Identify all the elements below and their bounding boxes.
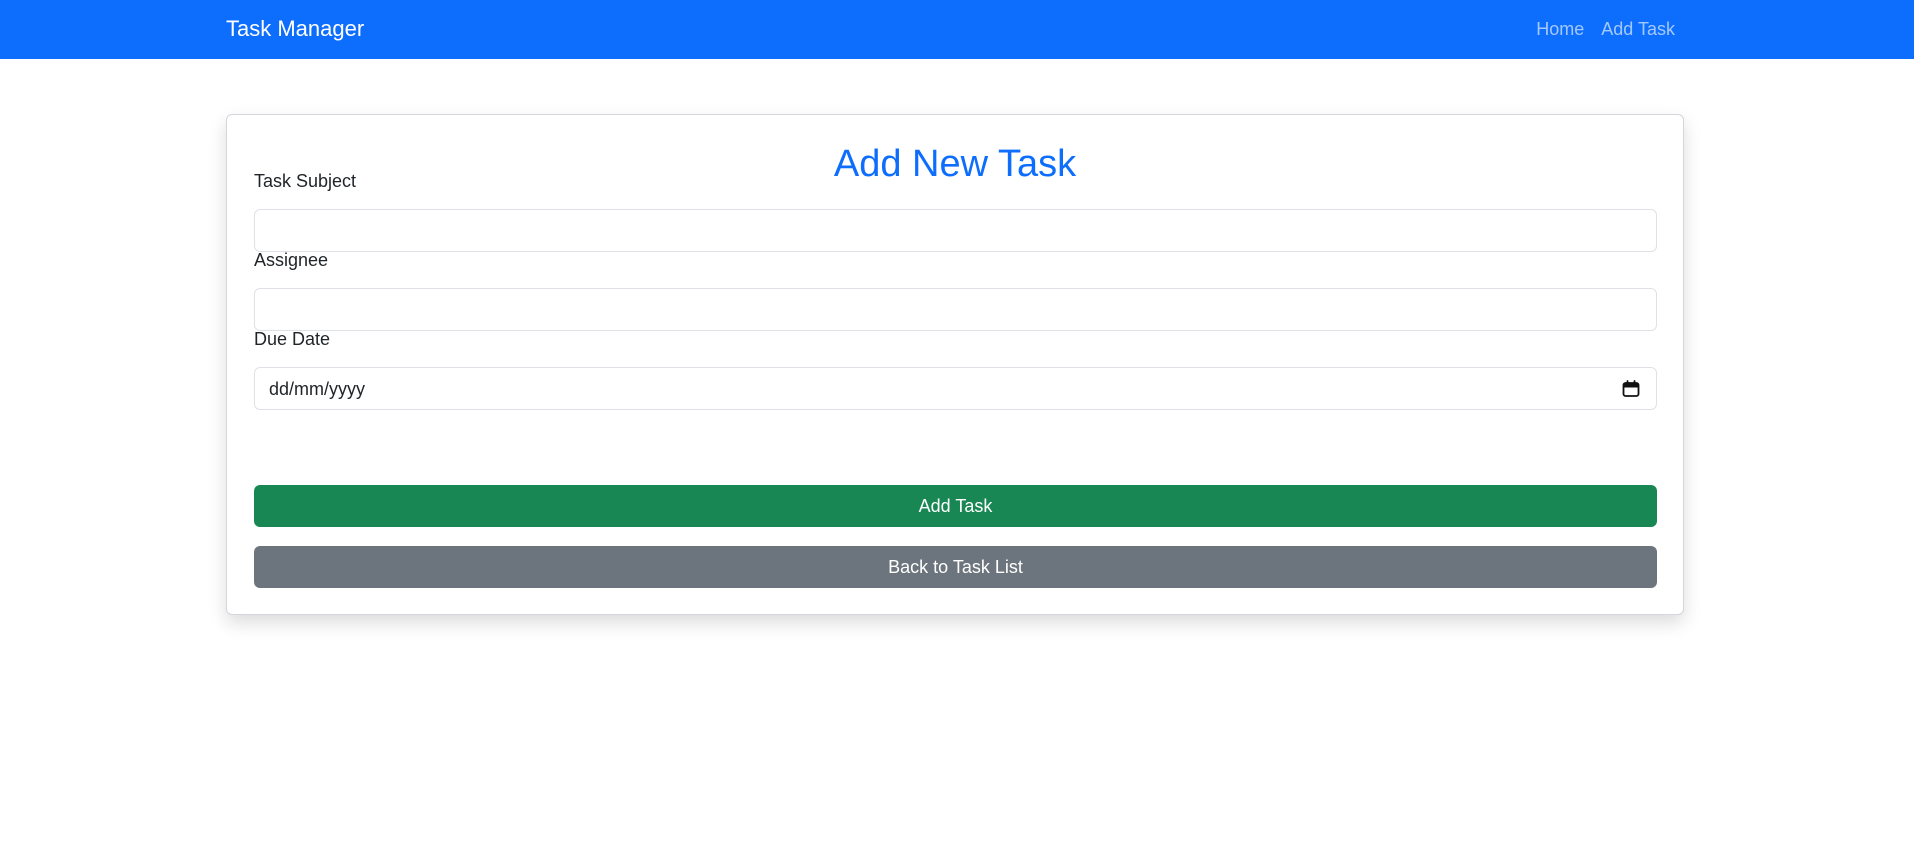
page-title: Add New Task [833,143,1077,185]
due-date-placeholder: dd/mm/yyyy [269,379,366,399]
due-date-label: Due Date [254,329,331,349]
nav-link-add-task[interactable]: Add Task [1601,17,1675,41]
task-subject-label: Task Subject [254,171,357,191]
task-subject-input[interactable] [254,209,1657,252]
assignee-label: Assignee [254,250,329,270]
nav-link-home[interactable]: Home [1536,17,1584,41]
back-to-task-list-button[interactable]: Back to Task List [254,546,1657,588]
navbar: Task Manager Home Add Task [0,0,1914,59]
calendar-icon[interactable] [1622,380,1640,398]
due-date-input[interactable]: dd/mm/yyyy [254,367,1657,410]
brand-link[interactable]: Task Manager [226,15,364,43]
assignee-input[interactable] [254,288,1657,331]
add-task-button[interactable]: Add Task [254,485,1657,527]
nav-links: Home Add Task [1536,17,1675,41]
add-task-card: Add New Task Task Subject Assignee Due D… [226,114,1684,615]
